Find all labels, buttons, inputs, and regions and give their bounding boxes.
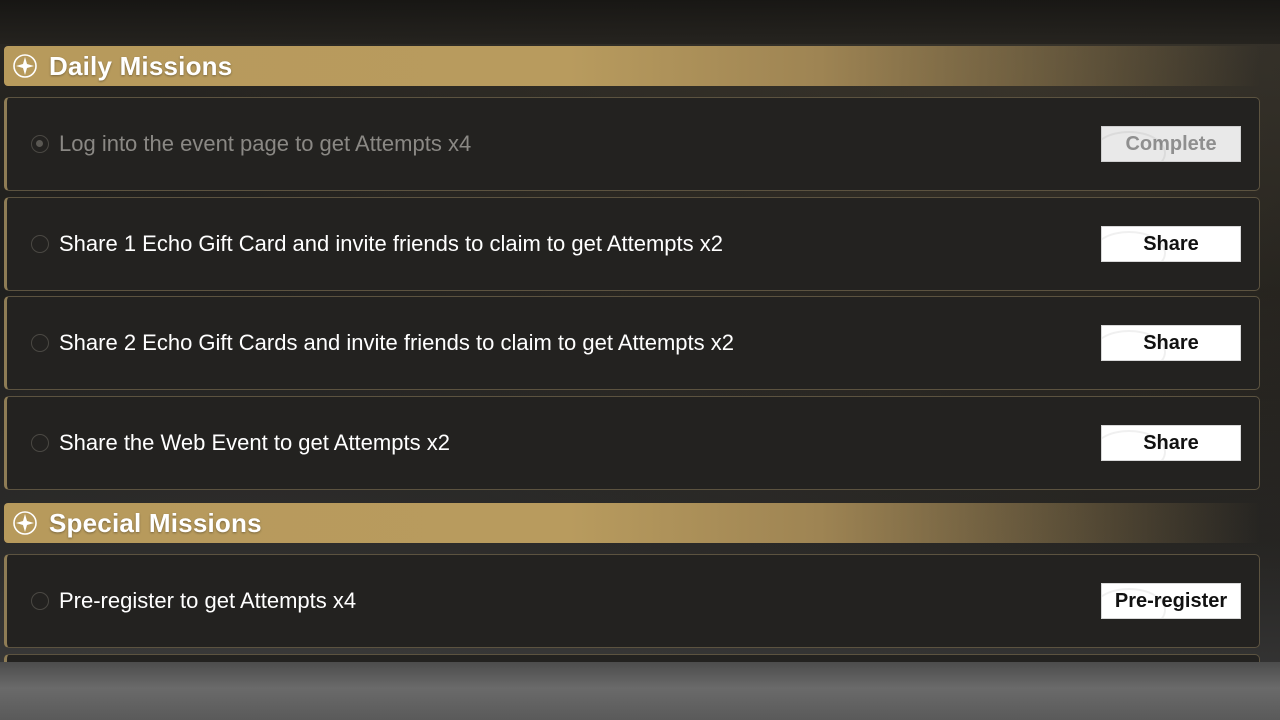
bottom-background (0, 662, 1280, 720)
mission-row-share-1-card: Share 1 Echo Gift Card and invite friend… (4, 197, 1260, 291)
mission-row-login: Log into the event page to get Attempts … (4, 97, 1260, 191)
mission-label: Share the Web Event to get Attempts x2 (59, 430, 450, 455)
share-button[interactable]: Share (1101, 325, 1241, 361)
radio-circle-icon (31, 235, 49, 253)
mission-label: Pre-register to get Attempts x4 (59, 588, 357, 613)
pre-register-button[interactable]: Pre-register (1101, 583, 1241, 619)
section-title: Daily Missions (49, 50, 233, 81)
share-button[interactable]: Share (1101, 226, 1241, 262)
complete-button[interactable]: Complete (1101, 126, 1241, 162)
radio-checked-icon (31, 135, 49, 153)
share-button[interactable]: Share (1101, 425, 1241, 461)
section-header-daily: Daily Missions (4, 46, 1260, 86)
mission-row-preregister: Pre-register to get Attempts x4 Pre-regi… (4, 554, 1260, 648)
radio-circle-icon (31, 334, 49, 352)
mission-label: Share 1 Echo Gift Card and invite friend… (59, 231, 723, 256)
mission-row-share-2-cards: Share 2 Echo Gift Cards and invite frien… (4, 296, 1260, 390)
four-point-star-icon (13, 511, 37, 535)
radio-circle-icon (31, 592, 49, 610)
four-point-star-icon (13, 54, 37, 78)
mission-label: Log into the event page to get Attempts … (59, 131, 472, 156)
radio-circle-icon (31, 434, 49, 452)
section-header-special: Special Missions (4, 503, 1260, 543)
mission-label: Share 2 Echo Gift Cards and invite frien… (59, 330, 734, 355)
background-decoration (0, 0, 1280, 44)
section-title: Special Missions (49, 507, 262, 538)
mission-row-share-web-event: Share the Web Event to get Attempts x2 S… (4, 396, 1260, 490)
